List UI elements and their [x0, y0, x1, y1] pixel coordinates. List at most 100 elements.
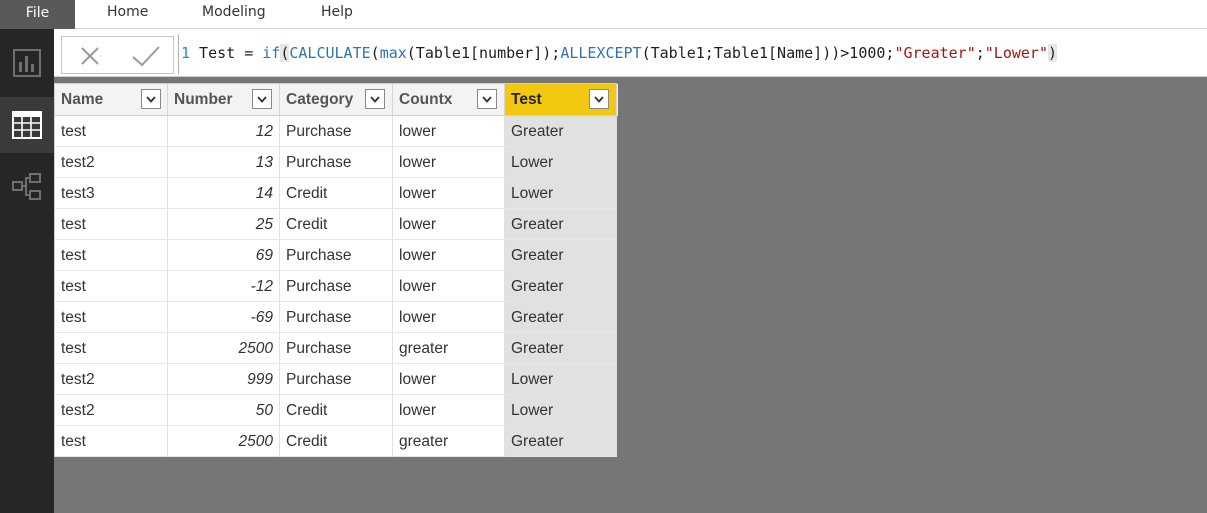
menu-modeling[interactable]: Modeling — [202, 0, 266, 26]
column-header-test[interactable]: Test — [505, 84, 617, 116]
cell-category[interactable]: Credit — [280, 209, 393, 240]
data-table: Name Number Category Countx Test test 12 P… — [54, 83, 618, 457]
commit-formula-button[interactable] — [118, 37, 174, 75]
cell-category[interactable]: Purchase — [280, 240, 393, 271]
table-row[interactable]: test -12 Purchase lower Greater — [55, 271, 618, 302]
filter-dropdown-button[interactable] — [141, 89, 161, 109]
ribbon: File Home Modeling Help — [0, 0, 1207, 29]
cell-name[interactable]: test — [55, 302, 168, 333]
cell-category[interactable]: Credit — [280, 426, 393, 457]
close-icon — [81, 47, 99, 65]
cell-category[interactable]: Purchase — [280, 271, 393, 302]
data-view-button[interactable] — [0, 97, 54, 153]
cell-test[interactable]: Lower — [505, 178, 617, 209]
cell-number[interactable]: 13 — [168, 147, 280, 178]
cell-countx[interactable]: lower — [393, 147, 505, 178]
cell-category[interactable]: Purchase — [280, 364, 393, 395]
cell-countx[interactable]: lower — [393, 209, 505, 240]
table-row[interactable]: test3 14 Credit lower Lower — [55, 178, 618, 209]
cell-category[interactable]: Purchase — [280, 302, 393, 333]
cell-name[interactable]: test — [55, 209, 168, 240]
formula-line-number: 1 — [181, 44, 191, 62]
cell-number[interactable]: -69 — [168, 302, 280, 333]
cell-test[interactable]: Lower — [505, 364, 617, 395]
cell-countx[interactable]: lower — [393, 271, 505, 302]
table-row[interactable]: test 2500 Credit greater Greater — [55, 426, 618, 457]
cell-countx[interactable]: lower — [393, 302, 505, 333]
cell-number[interactable]: -12 — [168, 271, 280, 302]
cell-category[interactable]: Credit — [280, 395, 393, 426]
table-row[interactable]: test -69 Purchase lower Greater — [55, 302, 618, 333]
cell-name[interactable]: test2 — [55, 147, 168, 178]
cell-name[interactable]: test — [55, 240, 168, 271]
cell-name[interactable]: test2 — [55, 395, 168, 426]
table-row[interactable]: test 12 Purchase lower Greater — [55, 116, 618, 147]
cell-name[interactable]: test — [55, 271, 168, 302]
menu-help[interactable]: Help — [321, 0, 353, 26]
formula-text: ) — [1048, 44, 1058, 62]
cell-name[interactable]: test3 — [55, 178, 168, 209]
formula-text: (Table1[number]); — [406, 44, 561, 62]
cell-number[interactable]: 50 — [168, 395, 280, 426]
cell-number[interactable]: 999 — [168, 364, 280, 395]
table-row[interactable]: test2 50 Credit lower Lower — [55, 395, 618, 426]
cell-test[interactable]: Greater — [505, 271, 617, 302]
cell-number[interactable]: 69 — [168, 240, 280, 271]
cell-countx[interactable]: greater — [393, 426, 505, 457]
cell-countx[interactable]: greater — [393, 333, 505, 364]
column-header-label: Countx — [399, 91, 453, 108]
cell-test[interactable]: Greater — [505, 426, 617, 457]
cell-number[interactable]: 2500 — [168, 426, 280, 457]
cell-number[interactable]: 14 — [168, 178, 280, 209]
chevron-down-icon — [257, 95, 267, 103]
table-row[interactable]: test 2500 Purchase greater Greater — [55, 333, 618, 364]
cell-test[interactable]: Lower — [505, 147, 617, 178]
filter-dropdown-button[interactable] — [477, 89, 497, 109]
formula-text: if — [262, 44, 281, 62]
cell-number[interactable]: 12 — [168, 116, 280, 147]
cell-countx[interactable]: lower — [393, 116, 505, 147]
column-header-label: Category — [286, 91, 354, 108]
cell-category[interactable]: Purchase — [280, 333, 393, 364]
cell-test[interactable]: Greater — [505, 116, 617, 147]
filter-dropdown-button[interactable] — [589, 89, 609, 109]
cell-countx[interactable]: lower — [393, 240, 505, 271]
cancel-formula-button[interactable] — [62, 37, 118, 75]
cell-test[interactable]: Greater — [505, 209, 617, 240]
cell-countx[interactable]: lower — [393, 364, 505, 395]
formula-actions — [61, 36, 174, 74]
cell-test[interactable]: Lower — [505, 395, 617, 426]
table-row[interactable]: test 69 Purchase lower Greater — [55, 240, 618, 271]
column-header-number[interactable]: Number — [168, 84, 280, 116]
relationships-view-button[interactable] — [0, 159, 54, 215]
cell-number[interactable]: 25 — [168, 209, 280, 240]
file-tab[interactable]: File — [0, 0, 75, 29]
formula-input[interactable]: 1 Test = if(CALCULATE(max(Table1[number]… — [178, 34, 1204, 74]
cell-name[interactable]: test — [55, 116, 168, 147]
table-row[interactable]: test2 13 Purchase lower Lower — [55, 147, 618, 178]
formula-text: max — [379, 44, 407, 62]
table-row[interactable]: test 25 Credit lower Greater — [55, 209, 618, 240]
cell-category[interactable]: Purchase — [280, 147, 393, 178]
cell-name[interactable]: test2 — [55, 364, 168, 395]
column-header-category[interactable]: Category — [280, 84, 393, 116]
menu-home[interactable]: Home — [107, 0, 148, 26]
report-view-button[interactable] — [0, 35, 54, 91]
cell-countx[interactable]: lower — [393, 178, 505, 209]
cell-number[interactable]: 2500 — [168, 333, 280, 364]
cell-category[interactable]: Purchase — [280, 116, 393, 147]
filter-dropdown-button[interactable] — [365, 89, 385, 109]
cell-test[interactable]: Greater — [505, 240, 617, 271]
check-icon — [132, 46, 160, 67]
formula-text: ( — [370, 44, 380, 62]
cell-name[interactable]: test — [55, 333, 168, 364]
column-header-name[interactable]: Name — [55, 84, 168, 116]
cell-test[interactable]: Greater — [505, 302, 617, 333]
cell-name[interactable]: test — [55, 426, 168, 457]
cell-test[interactable]: Greater — [505, 333, 617, 364]
filter-dropdown-button[interactable] — [252, 89, 272, 109]
table-row[interactable]: test2 999 Purchase lower Lower — [55, 364, 618, 395]
cell-countx[interactable]: lower — [393, 395, 505, 426]
column-header-countx[interactable]: Countx — [393, 84, 505, 116]
cell-category[interactable]: Credit — [280, 178, 393, 209]
